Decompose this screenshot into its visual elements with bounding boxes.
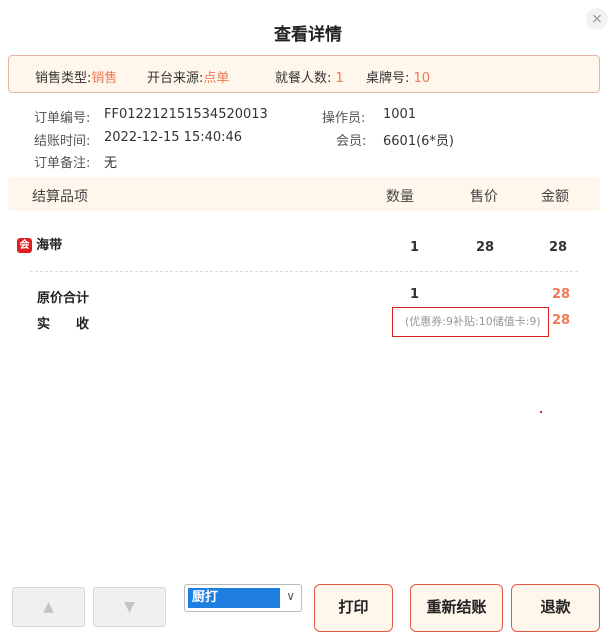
close-icon[interactable]: × [586, 8, 608, 30]
header-price: 售价 [470, 189, 498, 205]
header-qty: 数量 [386, 189, 414, 205]
arrow-down-icon: ▼ [124, 599, 135, 615]
actual-received-amount: 28 [552, 313, 571, 328]
order-number-value: FF012212151534520013 [104, 107, 268, 122]
table-number-value: 10 [413, 71, 431, 86]
header-item: 结算品项 [32, 189, 88, 205]
table-number: 桌牌号: 10 [366, 67, 430, 86]
discount-breakdown: (优惠券:9补贴:10储值卡:9) [405, 315, 541, 328]
header-amount: 金额 [541, 189, 569, 205]
source: 开台来源:点单 [147, 67, 229, 86]
items-table-header: 结算品项 数量 售价 金额 [8, 177, 600, 211]
guests: 就餐人数: 1 [275, 67, 344, 86]
original-total-qty: 1 [410, 287, 420, 302]
item-name: 海带 [36, 238, 63, 253]
actual-received-label: 实 收 [37, 317, 90, 332]
guests-label: 就餐人数: [275, 71, 332, 86]
order-note-label: 订单备注: [34, 156, 91, 171]
scroll-up-button[interactable]: ▲ [12, 587, 85, 627]
member-label: 会员: [336, 134, 367, 149]
sale-type-label: 销售类型: [35, 71, 92, 86]
source-label: 开台来源: [147, 71, 204, 86]
order-info-bar: 销售类型:销售 开台来源:点单 就餐人数: 1 桌牌号: 10 [8, 55, 600, 93]
item-price: 28 [476, 240, 495, 255]
table-row[interactable]: 会 海带 [17, 234, 62, 253]
operator-value: 1001 [383, 107, 417, 122]
print-button[interactable]: 打印 [314, 584, 393, 632]
chevron-down-icon: ∨ [286, 589, 295, 603]
sale-type-value: 销售 [91, 71, 118, 86]
guests-value: 1 [335, 71, 344, 86]
checkout-time-label: 结账时间: [34, 134, 91, 149]
refund-button[interactable]: 退款 [511, 584, 600, 632]
original-total-amount: 28 [552, 287, 571, 302]
table-number-label: 桌牌号: [366, 71, 410, 86]
order-number-label: 订单编号: [34, 111, 91, 126]
item-amount: 28 [549, 240, 568, 255]
printer-selected-value: 厨打 [188, 588, 280, 608]
arrow-up-icon: ▲ [43, 599, 54, 615]
sale-type: 销售类型:销售 [35, 67, 117, 86]
source-value: 点单 [203, 71, 230, 86]
item-qty: 1 [410, 240, 420, 255]
checkout-time-value: 2022-12-15 15:40:46 [104, 130, 243, 145]
order-note-value: 无 [104, 156, 118, 171]
original-total-label: 原价合计 [37, 291, 90, 306]
stray-mark [540, 411, 542, 413]
row-divider [30, 271, 578, 272]
member-value: 6601(6*员) [383, 134, 454, 149]
dialog-title: 查看详情 [274, 25, 342, 45]
member-badge-icon: 会 [17, 238, 32, 253]
printer-select[interactable]: 厨打 ∨ [184, 584, 302, 612]
resettle-button[interactable]: 重新结账 [410, 584, 503, 632]
scroll-down-button[interactable]: ▼ [93, 587, 166, 627]
operator-label: 操作员: [322, 111, 366, 126]
